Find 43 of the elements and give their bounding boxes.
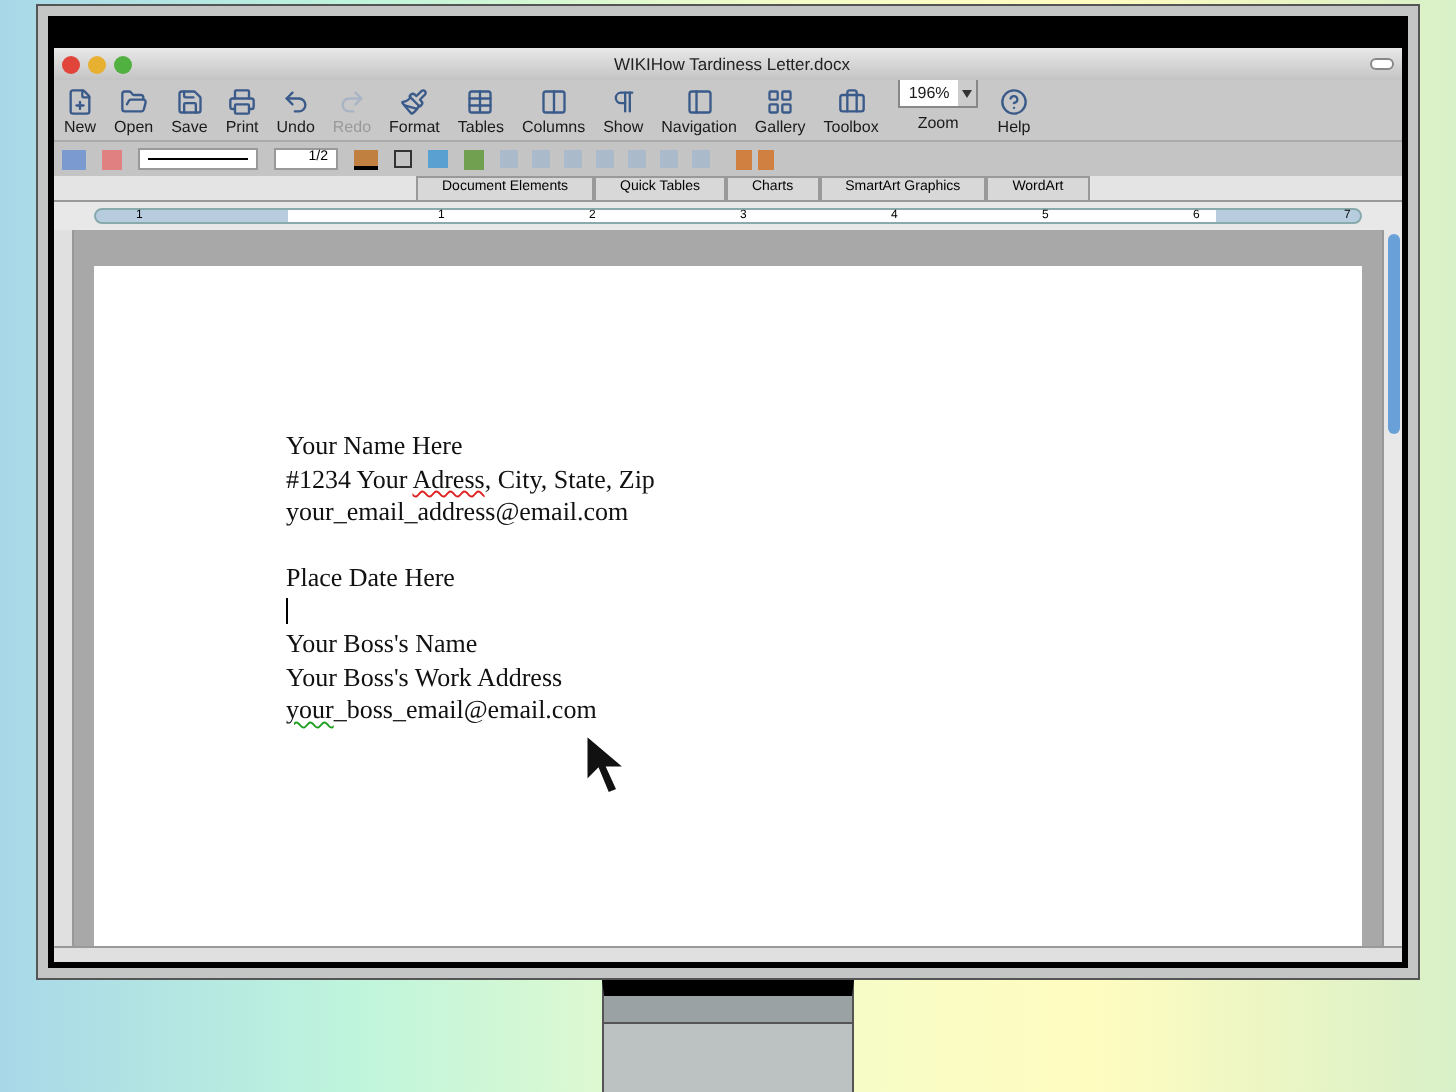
help-icon	[1000, 88, 1029, 116]
table-icon	[466, 88, 495, 116]
toolbar-button[interactable]: Help	[991, 88, 1037, 136]
save-icon	[175, 88, 204, 116]
letter-line: Your Boss's Name	[286, 628, 478, 661]
letter-line: #1234 Your Adress, City, State, Zip	[286, 463, 655, 496]
printer-icon	[228, 88, 257, 116]
undo-icon	[281, 88, 310, 116]
new-document-icon	[66, 88, 94, 116]
letter-line: Place Date Here	[286, 562, 455, 595]
border-icon	[394, 150, 412, 168]
toolbar-button[interactable]: New	[58, 88, 103, 136]
folder-icon	[119, 88, 148, 116]
toolbar-button[interactable]: Toolbox	[817, 88, 885, 136]
letter-line: Your Boss's Work Address	[286, 661, 563, 694]
redo-icon	[337, 88, 366, 116]
sidebar-icon	[685, 88, 713, 116]
line-style-select[interactable]	[138, 148, 258, 170]
close-button[interactable]	[62, 55, 80, 73]
pilcrow-icon	[609, 88, 638, 116]
letter-line: your_email_address@email.com	[286, 496, 629, 529]
window-title: WIKIHow Tardiness Letter.docx	[614, 51, 850, 77]
toolbar-button[interactable]: Undo	[270, 88, 321, 136]
text-cursor	[286, 598, 288, 625]
zoom-button[interactable]	[114, 55, 132, 73]
zoom-control[interactable]: 196% Zoom	[890, 78, 986, 136]
toolbar-toggle-button[interactable]	[1370, 58, 1394, 70]
toolbar-label: Zoom	[917, 112, 959, 136]
toolbar-button[interactable]: Format	[383, 88, 446, 136]
toolbar-button[interactable]: Show	[597, 88, 650, 136]
toolbar-button[interactable]: Columns	[516, 88, 592, 136]
toolbox-icon	[837, 88, 866, 116]
grid-icon	[766, 88, 795, 116]
columns-icon	[539, 88, 568, 116]
toolbar-button[interactable]: Open	[108, 88, 160, 136]
toolbar-button[interactable]: Print	[219, 88, 265, 136]
letter-line: Your Name Here	[286, 430, 463, 463]
toolbar-button[interactable]: Gallery	[748, 88, 812, 136]
toolbar-button[interactable]: Tables	[451, 88, 510, 136]
toolbar-button[interactable]: Navigation	[655, 88, 743, 136]
toolbar-button[interactable]: Save	[165, 88, 214, 136]
paintbrush-icon	[400, 88, 429, 116]
letter-line: your_boss_email@email.com	[286, 694, 597, 727]
